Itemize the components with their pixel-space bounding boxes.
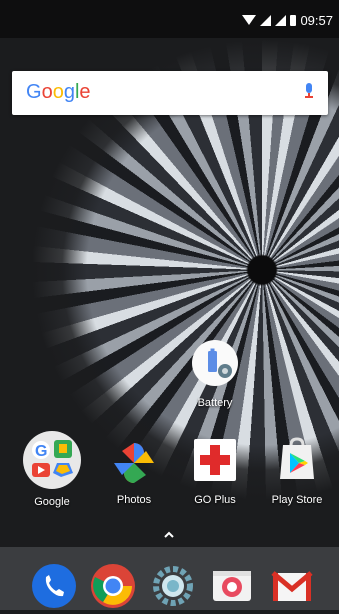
app-battery[interactable]: Battery <box>180 340 250 409</box>
google-logo: Google <box>26 81 91 103</box>
battery-app-icon <box>192 340 238 386</box>
play-store-label: Play Store <box>271 494 323 506</box>
wifi-icon <box>242 15 257 25</box>
camera-icon[interactable] <box>209 563 255 609</box>
go-plus-icon <box>192 437 238 483</box>
clock: 09:57 <box>300 12 333 28</box>
app-play-store[interactable]: Play Store <box>262 437 332 506</box>
chrome-icon[interactable] <box>90 563 136 609</box>
svg-text:G: G <box>35 443 47 460</box>
google-folder-icon: G <box>23 431 81 489</box>
gmail-icon[interactable] <box>269 563 315 609</box>
app-go-plus[interactable]: GO Plus <box>180 437 250 506</box>
photos-icon <box>108 437 160 489</box>
app-google[interactable]: G Google <box>17 431 87 508</box>
app-drawer-chevron-icon[interactable] <box>164 527 174 538</box>
signal-icon-2 <box>275 14 287 26</box>
battery-label: Battery <box>197 397 233 409</box>
camera-settings-icon[interactable] <box>150 563 196 609</box>
google-label: Google <box>34 496 70 508</box>
mic-icon[interactable] <box>304 83 314 98</box>
status-icons: 09:57 <box>242 12 333 28</box>
play-store-icon <box>274 437 320 483</box>
signal-icon <box>260 14 272 26</box>
battery-status-icon <box>290 14 297 26</box>
phone-icon[interactable] <box>31 563 77 609</box>
status-bar: 09:57 <box>0 0 339 38</box>
go-plus-label: GO Plus <box>194 494 236 506</box>
google-search-bar[interactable]: Google <box>12 71 328 115</box>
photos-label: Photos <box>116 494 152 506</box>
app-photos[interactable]: Photos <box>99 437 169 506</box>
